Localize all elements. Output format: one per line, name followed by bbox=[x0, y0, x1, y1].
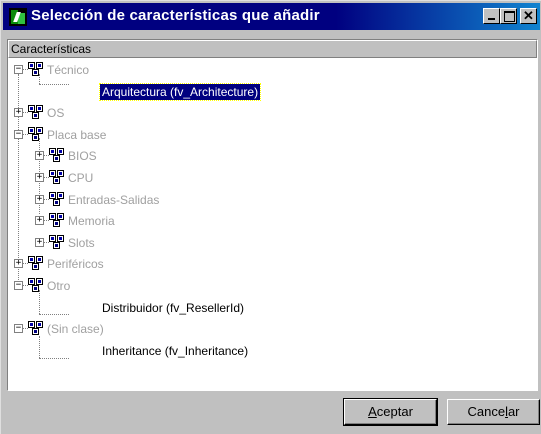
features-panel: Características − Técnico Arquitectura (fv… bbox=[7, 39, 538, 391]
feature-class-icon bbox=[49, 192, 65, 206]
feature-class-icon bbox=[49, 213, 65, 227]
feature-class-icon bbox=[49, 235, 65, 249]
tree-item-label: Inheritance (fv_Inheritance) bbox=[102, 344, 249, 358]
cancel-button-label-rest: ar bbox=[507, 404, 520, 419]
cancel-button-label: Cance bbox=[467, 404, 506, 419]
tree-item-label: Memoria bbox=[68, 214, 115, 228]
cancel-button[interactable]: Cancelar bbox=[447, 399, 540, 425]
tree-item-label: Slots bbox=[68, 236, 95, 250]
minimize-icon bbox=[488, 18, 495, 20]
tree-item-label: BIOS bbox=[68, 149, 97, 163]
tree-folder-item[interactable]: − Placa base bbox=[8, 126, 537, 144]
collapse-toggle-icon[interactable]: − bbox=[14, 281, 23, 290]
tree-folder-item[interactable]: + Entradas-Salidas bbox=[8, 191, 537, 209]
expand-toggle-icon[interactable]: + bbox=[35, 195, 44, 204]
feature-class-icon bbox=[28, 127, 44, 141]
tree-item-label: Periféricos bbox=[47, 257, 104, 271]
title-bar[interactable]: Selección de características que añadir … bbox=[3, 3, 540, 30]
tree-leaf-item[interactable]: Distribuidor (fv_ResellerId) bbox=[8, 299, 537, 317]
close-icon: ✕ bbox=[523, 8, 534, 23]
feature-class-icon bbox=[49, 170, 65, 184]
feature-class-icon bbox=[28, 278, 44, 292]
tree-item-label: Arquitectura (fv_Architecture) bbox=[98, 83, 262, 101]
tree-item-label: (Sin clase) bbox=[47, 322, 104, 336]
tree-leaf-item[interactable]: Arquitectura (fv_Architecture) bbox=[8, 83, 537, 101]
close-button[interactable]: ✕ bbox=[520, 8, 537, 24]
tree-item-label: Placa base bbox=[47, 128, 107, 142]
feature-class-icon bbox=[28, 256, 44, 270]
expand-toggle-icon[interactable]: + bbox=[14, 108, 23, 117]
accept-button[interactable]: Aceptar bbox=[343, 398, 438, 426]
expand-toggle-icon[interactable]: + bbox=[35, 173, 44, 182]
app-logo-icon bbox=[9, 8, 27, 26]
tree-item-label: CPU bbox=[68, 171, 94, 185]
tree-folder-item[interactable]: + OS bbox=[8, 104, 537, 122]
maximize-button[interactable] bbox=[500, 8, 517, 24]
features-tree[interactable]: − Técnico Arquitectura (fv_Architecture) + O… bbox=[8, 58, 537, 388]
expand-toggle-icon[interactable]: + bbox=[35, 238, 44, 247]
tree-item-label: Distribuidor (fv_ResellerId) bbox=[102, 301, 245, 315]
tree-folder-item[interactable]: + CPU bbox=[8, 169, 537, 187]
feature-class-icon bbox=[28, 321, 44, 335]
collapse-toggle-icon[interactable]: − bbox=[14, 130, 23, 139]
tree-item-label: Entradas-Salidas bbox=[68, 193, 160, 207]
feature-class-icon bbox=[49, 148, 65, 162]
column-header-features[interactable]: Características bbox=[8, 40, 537, 58]
collapse-toggle-icon[interactable]: − bbox=[14, 324, 23, 333]
dialog-window: Selección de características que añadir … bbox=[0, 0, 541, 434]
maximize-icon bbox=[504, 11, 515, 22]
minimize-button[interactable] bbox=[483, 8, 500, 24]
expand-toggle-icon[interactable]: + bbox=[35, 216, 44, 225]
tree-folder-item[interactable]: + Memoria bbox=[8, 212, 537, 230]
expand-toggle-icon[interactable]: + bbox=[35, 151, 44, 160]
tree-item-label: Técnico bbox=[47, 63, 90, 77]
accept-button-accesskey: A bbox=[368, 404, 377, 419]
feature-class-icon bbox=[28, 62, 44, 76]
tree-leaf-item[interactable]: Inheritance (fv_Inheritance) bbox=[8, 342, 537, 360]
tree-item-label: Otro bbox=[47, 279, 71, 293]
accept-button-label-rest: ceptar bbox=[376, 404, 413, 419]
tree-folder-item[interactable]: + Periféricos bbox=[8, 255, 537, 273]
tree-item-label: OS bbox=[47, 106, 65, 120]
tree-folder-item[interactable]: + Slots bbox=[8, 234, 537, 252]
tree-folder-item[interactable]: + BIOS bbox=[8, 147, 537, 165]
expand-toggle-icon[interactable]: + bbox=[14, 259, 23, 268]
collapse-toggle-icon[interactable]: − bbox=[14, 65, 23, 74]
tree-folder-item[interactable]: − (Sin clase) bbox=[8, 320, 537, 338]
window-title: Selección de características que añadir bbox=[31, 7, 320, 24]
tree-folder-item[interactable]: − Otro bbox=[8, 277, 537, 295]
feature-class-icon bbox=[28, 105, 44, 119]
tree-folder-item[interactable]: − Técnico bbox=[8, 61, 537, 79]
